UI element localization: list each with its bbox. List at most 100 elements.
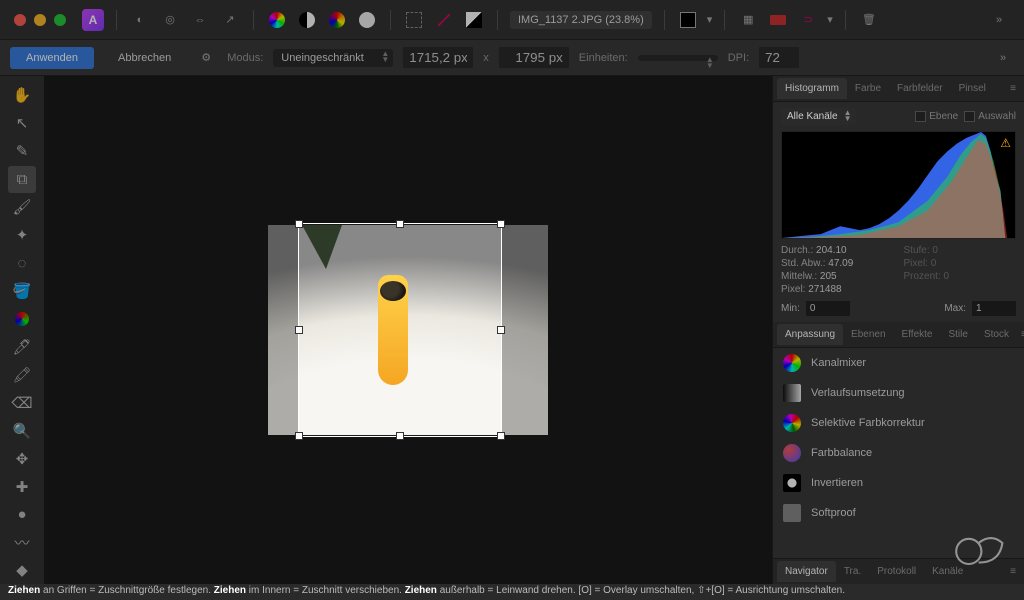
crop-tool-icon[interactable]: ⧉ (8, 166, 36, 193)
window-controls (14, 14, 66, 26)
persona-liquify-icon[interactable]: ◎ (159, 9, 181, 31)
dpi-label: DPI: (728, 52, 749, 64)
hue-circle-icon[interactable] (326, 9, 348, 31)
magnet-icon[interactable]: ⊃ (797, 9, 819, 31)
tab-histogram[interactable]: Histogramm (777, 78, 847, 99)
crop-rectangle[interactable] (298, 223, 502, 437)
layer-checkbox[interactable]: Ebene (915, 111, 958, 122)
zoom-tool-icon[interactable]: 🔍 (8, 417, 36, 444)
color-balance-icon (783, 444, 801, 462)
crop-handle[interactable] (295, 432, 303, 440)
units-select[interactable]: ▲▼ (638, 55, 718, 61)
status-bar: Ziehen an Griffen = Zuschnittgröße festl… (0, 584, 1024, 600)
crop-handle[interactable] (497, 432, 505, 440)
contrast-square-icon[interactable] (463, 9, 485, 31)
tab-navigator[interactable]: Navigator (777, 561, 836, 582)
histogram-min-input[interactable] (806, 301, 850, 316)
blur-tool-icon[interactable]: ● (8, 501, 36, 528)
diagonal-icon[interactable] (433, 9, 455, 31)
crop-width-input[interactable] (403, 47, 473, 68)
cancel-button[interactable]: Abbrechen (104, 47, 185, 69)
crop-handle[interactable] (497, 326, 505, 334)
context-toolbar: Anwenden Abbrechen ⚙ Modus: Uneingeschrä… (0, 40, 1024, 76)
crop-handle[interactable] (396, 220, 404, 228)
minimize-window-icon[interactable] (34, 14, 46, 26)
histogram-pane-tabs: Histogramm Farbe Farbfelder Pinsel ≡ (773, 76, 1024, 102)
sponge-tool-icon[interactable]: ◆ (8, 557, 36, 584)
tab-stock[interactable]: Stock (976, 324, 1017, 345)
tab-history[interactable]: Protokoll (869, 561, 924, 582)
overflow-chevron-icon[interactable]: » (992, 47, 1014, 69)
tab-swatches[interactable]: Farbfelder (889, 78, 951, 99)
paint-brush-tool-icon[interactable]: 🖊 (8, 333, 36, 360)
tab-transform[interactable]: Tra. (836, 561, 869, 582)
fill-square-icon[interactable] (677, 9, 699, 31)
mixer-brush-tool-icon[interactable]: 🖍 (8, 361, 36, 388)
tab-adjustment[interactable]: Anpassung (777, 324, 843, 345)
clipping-warning-icon[interactable]: ⚠ (1000, 136, 1011, 150)
bw-circle-icon[interactable] (296, 9, 318, 31)
crop-handle[interactable] (396, 432, 404, 440)
selection-checkbox[interactable]: Auswahl (964, 111, 1016, 122)
tab-brushes[interactable]: Pinsel (951, 78, 994, 99)
clone-tool-icon[interactable]: ✥ (8, 445, 36, 472)
tab-styles[interactable]: Stile (940, 324, 975, 345)
overflow-chevron-icon[interactable]: » (988, 9, 1010, 31)
persona-photo-icon[interactable]: ◐ (129, 9, 151, 31)
gradient-tool-icon[interactable] (8, 306, 36, 333)
settings-gear-icon[interactable]: ⚙ (195, 47, 217, 69)
units-label: Einheiten: (579, 52, 628, 64)
histogram-max-input[interactable] (972, 301, 1016, 316)
dropdown-chevron-icon[interactable]: ▾ (827, 13, 833, 26)
hand-tool-icon[interactable]: ✋ (8, 82, 36, 109)
crop-height-input[interactable] (499, 47, 569, 68)
crop-handle[interactable] (497, 220, 505, 228)
app-icon: A (82, 9, 104, 31)
canvas[interactable] (44, 76, 772, 584)
white-circle-icon[interactable] (356, 9, 378, 31)
pane-menu-icon[interactable]: ≡ (1006, 83, 1020, 94)
main-area: ✋ ↖ ✎ ⧉ 🖌 ✦ ◌ 🪣 🖊 🖍 ⌫ 🔍 ✥ ✚ ● 〰 ◆ (0, 76, 1024, 584)
apply-button[interactable]: Anwenden (10, 47, 94, 69)
persona-export-icon[interactable]: ↗ (219, 9, 241, 31)
tab-layers[interactable]: Ebenen (843, 324, 893, 345)
adjustment-channel-mixer[interactable]: Kanalmixer (773, 348, 1024, 378)
image-preview (268, 225, 548, 435)
marquee-ellipse-tool-icon[interactable]: ◌ (8, 250, 36, 277)
crop-handle[interactable] (295, 326, 303, 334)
grid-icon[interactable]: ▦ (737, 9, 759, 31)
dimension-x-label: x (483, 52, 489, 64)
adjustment-softproof[interactable]: Softproof (773, 498, 1024, 528)
healing-tool-icon[interactable]: ✚ (8, 473, 36, 500)
color-wheel-icon[interactable] (266, 9, 288, 31)
histogram-pane: Alle Kanäle ▲▼ Ebene Auswahl ⚠ Durch.: 2… (773, 102, 1024, 322)
adjustment-gradient-map[interactable]: Verlaufsumsetzung (773, 378, 1024, 408)
trash-icon[interactable]: 🗑 (858, 9, 880, 31)
persona-develop-icon[interactable]: ⇔ (189, 9, 211, 31)
channel-select[interactable]: Alle Kanäle ▲▼ (781, 108, 856, 125)
move-tool-icon[interactable]: ↖ (8, 110, 36, 137)
tab-color[interactable]: Farbe (847, 78, 889, 99)
color-picker-tool-icon[interactable]: ✎ (8, 138, 36, 165)
marquee-icon[interactable] (403, 9, 425, 31)
maximize-window-icon[interactable] (54, 14, 66, 26)
close-window-icon[interactable] (14, 14, 26, 26)
channel-mixer-icon (783, 354, 801, 372)
smudge-tool-icon[interactable]: 〰 (8, 529, 36, 556)
titlebar: A ◐ ◎ ⇔ ↗ IMG_1137 2.JPG (23.8%) ▾ ▦ ⊃ ▾… (0, 0, 1024, 40)
adjustment-invert[interactable]: Invertieren (773, 468, 1024, 498)
erase-tool-icon[interactable]: ⌫ (8, 389, 36, 416)
adjustment-selective-color[interactable]: Selektive Farbkorrektur (773, 408, 1024, 438)
adjustment-color-balance[interactable]: Farbbalance (773, 438, 1024, 468)
crop-mode-select[interactable]: Uneingeschränkt ▲▼ (273, 49, 393, 67)
flood-fill-tool-icon[interactable]: 🪣 (8, 278, 36, 305)
crop-handle[interactable] (295, 220, 303, 228)
selection-brush-tool-icon[interactable]: ✦ (8, 222, 36, 249)
brush-tool-icon[interactable]: 🖌 (8, 194, 36, 221)
tab-effects[interactable]: Effekte (894, 324, 941, 345)
snap-icon[interactable] (767, 9, 789, 31)
dropdown-chevron-icon[interactable]: ▾ (707, 13, 713, 26)
dpi-input[interactable] (759, 47, 799, 68)
pane-menu-icon[interactable]: ≡ (1006, 566, 1020, 577)
pane-menu-icon[interactable]: ≡ (1017, 329, 1024, 340)
